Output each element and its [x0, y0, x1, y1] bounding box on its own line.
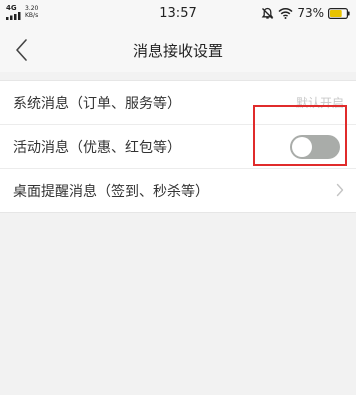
status-icons: 73%	[261, 6, 350, 20]
page-title: 消息接收设置	[132, 42, 223, 60]
setting-row-system-messages[interactable]: 系统消息（订单、服务等） 默认开启	[0, 81, 356, 125]
setting-value: 默认开启	[295, 96, 344, 110]
setting-label: 系统消息（订单、服务等）	[13, 96, 181, 112]
nav-bar: 消息接收设置	[0, 28, 356, 72]
activity-messages-toggle[interactable]	[290, 135, 340, 159]
setting-row-desktop-reminders[interactable]: 桌面提醒消息（签到、秒杀等）	[0, 169, 356, 212]
settings-list: 系统消息（订单、服务等） 默认开启 活动消息（优惠、红包等） 桌面提醒消息（签到…	[0, 80, 356, 213]
wifi-icon	[278, 7, 293, 19]
setting-row-activity-messages: 活动消息（优惠、红包等）	[0, 125, 356, 169]
battery-percent: 73%	[297, 6, 324, 20]
toggle-knob	[292, 137, 312, 157]
status-bar: 4G 3.20 KB/s 13:57 73%	[0, 0, 356, 28]
setting-label: 活动消息（优惠、红包等）	[13, 140, 181, 156]
setting-label: 桌面提醒消息（签到、秒杀等）	[13, 184, 209, 200]
chevron-right-icon	[336, 183, 344, 197]
mute-bell-icon	[261, 7, 274, 19]
battery-icon	[328, 7, 350, 19]
